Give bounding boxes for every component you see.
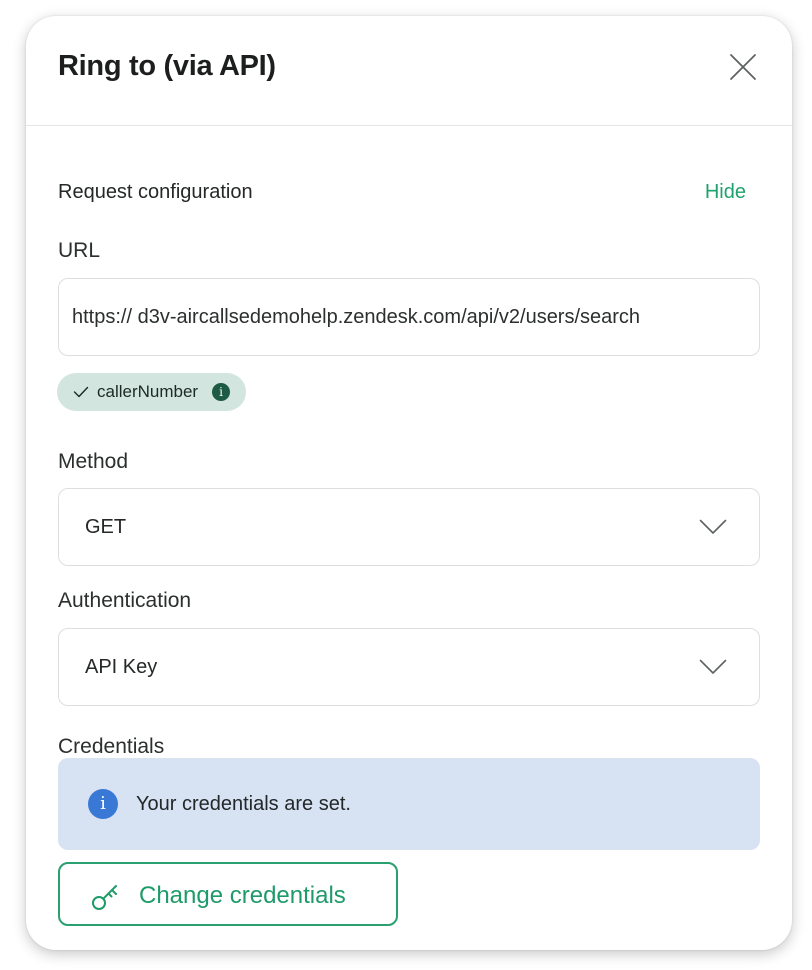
url-value: https:// d3v-aircallsedemohelp.zendesk.c…	[72, 306, 641, 328]
section-header: Request configuration Hide	[58, 181, 746, 211]
info-icon[interactable]: i	[212, 383, 231, 401]
credentials-info-banner: i Your credentials are set.	[58, 758, 760, 850]
url-label: URL	[58, 239, 101, 262]
info-icon: i	[88, 789, 118, 819]
authentication-select[interactable]: API Key	[58, 628, 760, 706]
hide-link[interactable]: Hide	[705, 181, 746, 204]
close-icon	[730, 54, 756, 80]
url-input[interactable]: https:// d3v-aircallsedemohelp.zendesk.c…	[58, 278, 760, 356]
change-credentials-button[interactable]: Change credentials	[58, 862, 398, 926]
key-icon	[92, 885, 117, 910]
method-selected-value: GET	[85, 516, 127, 538]
dialog-header: Ring to (via API)	[26, 16, 792, 126]
chevron-down-icon	[699, 519, 727, 534]
chip-label: callerNumber	[97, 382, 199, 401]
method-select[interactable]: GET	[58, 488, 760, 566]
credentials-label: Credentials	[58, 735, 165, 758]
check-icon	[73, 386, 89, 398]
close-button[interactable]	[728, 52, 758, 82]
ring-to-api-dialog: Ring to (via API) Request configuration …	[26, 16, 792, 950]
credentials-info-text: Your credentials are set.	[136, 793, 351, 815]
caller-number-chip[interactable]: callerNumber i	[57, 373, 247, 411]
authentication-selected-value: API Key	[85, 656, 158, 678]
method-label: Method	[58, 450, 129, 473]
chevron-down-icon	[699, 659, 727, 674]
authentication-label: Authentication	[58, 589, 192, 612]
change-credentials-label: Change credentials	[139, 882, 346, 909]
section-title: Request configuration	[58, 181, 253, 203]
dialog-title: Ring to (via API)	[58, 50, 276, 82]
